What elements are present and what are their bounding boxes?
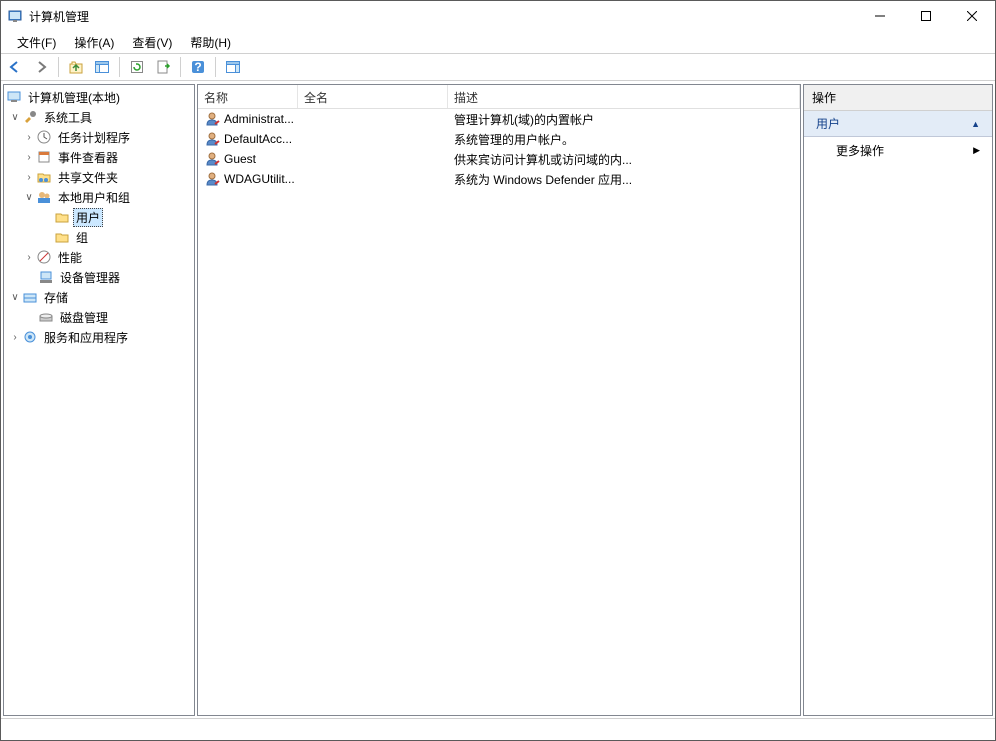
list-row[interactable]: Guest 供来宾访问计算机或访问域的内... (198, 149, 800, 169)
user-description: 系统为 Windows Defender 应用... (448, 171, 800, 188)
list-body[interactable]: Administrat...管理计算机(域)的内置帐户DefaultAcc...… (198, 109, 800, 715)
list-row[interactable]: Administrat... 管理计算机(域)的内置帐户 (198, 109, 800, 129)
show-hide-tree-button[interactable] (90, 55, 114, 79)
user-icon (204, 111, 220, 127)
export-button[interactable] (151, 55, 175, 79)
storage-icon (22, 289, 38, 305)
list-row[interactable]: WDAGUtilit... 系统为 Windows Defender 应用... (198, 169, 800, 189)
statusbar (1, 718, 995, 740)
list-pane: 名称 全名 描述 Administrat...管理计算机(域)的内置帐户Defa… (197, 84, 801, 716)
actions-context[interactable]: 用户 ▲ (804, 111, 992, 137)
user-name: WDAGUtilit... (224, 172, 295, 186)
computer-management-window: 计算机管理 文件(F) 操作(A) 查看(V) 帮助(H) ? (0, 0, 996, 741)
expand-icon[interactable]: › (22, 172, 36, 183)
col-fullname[interactable]: 全名 (298, 85, 448, 108)
menu-action[interactable]: 操作(A) (66, 32, 122, 53)
user-icon (204, 151, 220, 167)
app-icon (7, 8, 23, 24)
maximize-button[interactable] (903, 1, 949, 31)
forward-button[interactable] (29, 55, 53, 79)
user-icon (204, 131, 220, 147)
minimize-button[interactable] (857, 1, 903, 31)
list-header: 名称 全名 描述 (198, 85, 800, 109)
tree-users[interactable]: 用户 (4, 207, 194, 227)
user-description: 系统管理的用户帐户。 (448, 131, 800, 148)
actions-header: 操作 (804, 85, 992, 111)
menu-file[interactable]: 文件(F) (9, 32, 64, 53)
users-groups-icon (36, 189, 52, 205)
close-button[interactable] (949, 1, 995, 31)
device-icon (38, 269, 54, 285)
col-description[interactable]: 描述 (448, 85, 800, 108)
user-icon (204, 171, 220, 187)
tree-services-apps[interactable]: › 服务和应用程序 (4, 327, 194, 347)
user-name: Guest (224, 152, 256, 166)
expand-icon[interactable]: › (22, 132, 36, 143)
expand-icon[interactable]: › (8, 332, 22, 343)
col-name[interactable]: 名称 (198, 85, 298, 108)
actions-more-label: 更多操作 (836, 142, 884, 159)
titlebar: 计算机管理 (1, 1, 995, 31)
help-button[interactable]: ? (186, 55, 210, 79)
expand-icon[interactable]: › (22, 252, 36, 263)
tree-system-tools[interactable]: ∨ 系统工具 (4, 107, 194, 127)
main-body: 计算机管理(本地) ∨ 系统工具 › 任务计划程序 › 事件查看器 › 共享文件… (1, 81, 995, 718)
user-description: 管理计算机(域)的内置帐户 (448, 111, 800, 128)
tree-device-manager[interactable]: 设备管理器 (4, 267, 194, 287)
tree-event-viewer[interactable]: › 事件查看器 (4, 147, 194, 167)
collapse-icon[interactable]: ∨ (8, 292, 22, 303)
disk-icon (38, 309, 54, 325)
actions-more[interactable]: 更多操作 ▶ (804, 137, 992, 164)
user-name: Administrat... (224, 112, 294, 126)
collapse-icon[interactable]: ∨ (22, 192, 36, 203)
svg-text:?: ? (194, 60, 201, 74)
actions-context-label: 用户 (816, 115, 840, 132)
tree-shared-folders[interactable]: › 共享文件夹 (4, 167, 194, 187)
menubar: 文件(F) 操作(A) 查看(V) 帮助(H) (1, 31, 995, 53)
tree-local-users-groups[interactable]: ∨ 本地用户和组 (4, 187, 194, 207)
shared-folder-icon (36, 169, 52, 185)
tree-performance[interactable]: › 性能 (4, 247, 194, 267)
back-button[interactable] (3, 55, 27, 79)
menu-help[interactable]: 帮助(H) (182, 32, 239, 53)
user-description: 供来宾访问计算机或访问域的内... (448, 151, 800, 168)
window-title: 计算机管理 (29, 8, 857, 25)
refresh-button[interactable] (125, 55, 149, 79)
collapse-icon[interactable]: ∨ (8, 112, 22, 123)
chevron-right-icon: ▶ (973, 145, 980, 156)
folder-icon (54, 229, 70, 245)
list-row[interactable]: DefaultAcc... 系统管理的用户帐户。 (198, 129, 800, 149)
tree-disk-management[interactable]: 磁盘管理 (4, 307, 194, 327)
toolbar: ? (1, 53, 995, 81)
user-name: DefaultAcc... (224, 132, 292, 146)
tree-root[interactable]: 计算机管理(本地) (4, 87, 194, 107)
show-hide-action-pane-button[interactable] (221, 55, 245, 79)
tree-storage[interactable]: ∨ 存储 (4, 287, 194, 307)
actions-pane: 操作 用户 ▲ 更多操作 ▶ (803, 84, 993, 716)
menu-view[interactable]: 查看(V) (124, 32, 180, 53)
services-icon (22, 329, 38, 345)
tree-pane: 计算机管理(本地) ∨ 系统工具 › 任务计划程序 › 事件查看器 › 共享文件… (3, 84, 195, 716)
event-icon (36, 149, 52, 165)
clock-icon (36, 129, 52, 145)
tools-icon (22, 109, 38, 125)
computer-icon (6, 89, 22, 105)
up-button[interactable] (64, 55, 88, 79)
performance-icon (36, 249, 52, 265)
tree-task-scheduler[interactable]: › 任务计划程序 (4, 127, 194, 147)
folder-icon (54, 209, 70, 225)
tree-groups[interactable]: 组 (4, 227, 194, 247)
expand-icon[interactable]: › (22, 152, 36, 163)
collapse-up-icon: ▲ (971, 119, 980, 129)
